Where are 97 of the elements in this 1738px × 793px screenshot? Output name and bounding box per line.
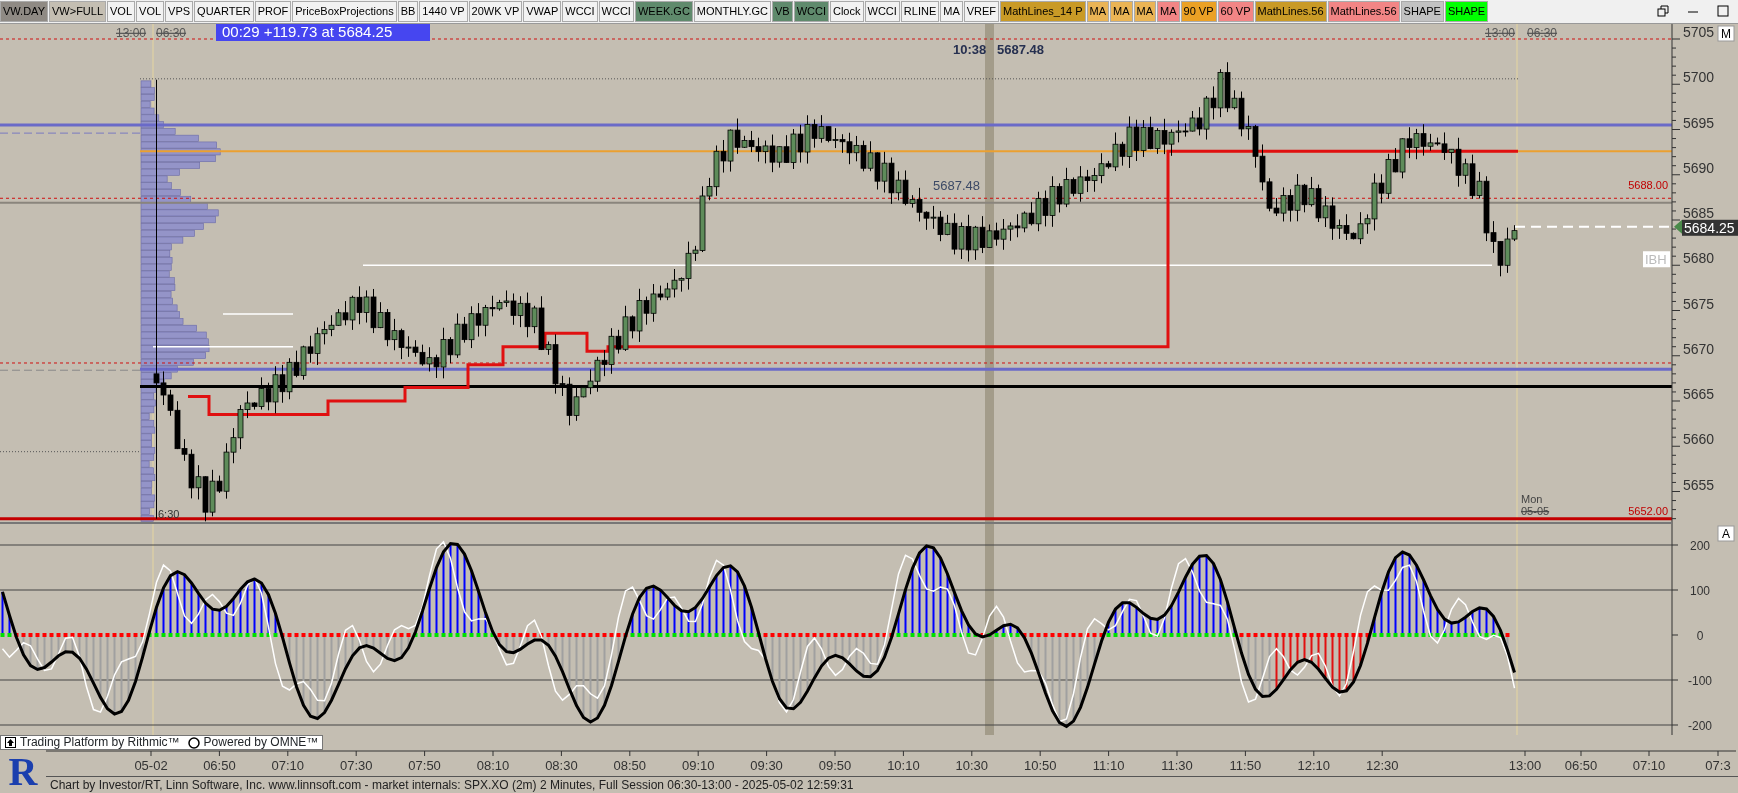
date-label: 05-05 (1521, 505, 1550, 517)
auto-scale-button[interactable]: A (1717, 525, 1735, 542)
time-axis-label: 05-02 (134, 758, 168, 773)
toolbar-button[interactable]: VWAP (523, 1, 562, 22)
restore-icon[interactable] (1656, 4, 1670, 18)
toolbar-button[interactable]: WCCI (598, 1, 634, 22)
circle-icon (187, 736, 200, 749)
session-time-label: 06:30 (156, 26, 187, 40)
time-axis-label: 07:3 (1705, 758, 1731, 773)
time-axis-label: 09:10 (681, 758, 715, 773)
level-price-label: 5688.00 (1628, 178, 1668, 191)
toolbar-button[interactable]: MA (1133, 1, 1157, 22)
time-axis-label: 07:10 (1632, 758, 1666, 773)
toolbar-button[interactable]: WEEK.GC (634, 1, 693, 22)
maximize-icon[interactable] (1716, 4, 1730, 18)
annotation-price-label: 5687.48 (997, 42, 1044, 57)
price-axis-label: 5675 (1683, 295, 1715, 312)
toolbar-button[interactable]: MA (1086, 1, 1110, 22)
time-axis-label: 08:10 (476, 758, 510, 773)
price-axis-label: 5700 (1683, 69, 1715, 86)
toolbar-button[interactable]: MA (1110, 1, 1133, 22)
toolbar-button[interactable]: 60 VP (1217, 1, 1254, 22)
time-axis-label: 11:50 (1229, 758, 1262, 773)
annotation-time-label: 10:38 (953, 42, 987, 57)
oscillator-axis-label: 0 (1696, 629, 1704, 643)
price-axis-label: 5690 (1683, 159, 1715, 176)
toolbar-button[interactable]: MA (940, 1, 963, 22)
toolbar-button[interactable]: WCCI (793, 1, 829, 22)
toolbar-button[interactable]: SHAPE (1444, 1, 1489, 22)
toolbar-button[interactable]: PriceBoxProjections (292, 1, 397, 22)
time-axis-label: 10:10 (887, 758, 920, 773)
price-axis-label: 5665 (1683, 386, 1715, 402)
price-axis-label: 5680 (1683, 250, 1715, 267)
omne-attribution-text: Powered by OMNE™ (203, 736, 319, 749)
toolbar-button[interactable]: MONTHLY.GC (693, 1, 771, 22)
toolbar-button[interactable]: VW.DAY (0, 1, 48, 22)
level-price-label: 5652.00 (1628, 504, 1668, 517)
day-label: Mon (1521, 493, 1543, 505)
toolbar-button[interactable]: 20WK VP (468, 1, 523, 22)
price-axis-label: 5670 (1683, 340, 1715, 357)
time-axis-label: 10:30 (955, 758, 989, 773)
time-axis-label: 07:10 (271, 758, 305, 773)
oscillator-axis-label: -100 (1688, 674, 1712, 688)
toolbar-button[interactable]: VREF (963, 1, 1000, 22)
time-axis-label: 12:30 (1365, 758, 1399, 773)
ibh-label: IBH (1643, 251, 1670, 268)
oscillator-axis-label: -200 (1688, 719, 1712, 733)
price-axis-label: 5705 (1683, 24, 1715, 40)
toolbar-button[interactable]: WCCI (562, 1, 598, 22)
level-line (222, 313, 294, 315)
price-axis-label: 5695 (1683, 114, 1715, 131)
session-time-label: 13:00 (116, 26, 147, 40)
toolbar-button[interactable]: MathLines_14 P (1000, 1, 1086, 22)
oscillator-axis-label: 100 (1690, 584, 1710, 598)
toolbar-button[interactable]: 1440 VP (419, 1, 468, 22)
toolbar-button[interactable]: QUARTER (194, 1, 254, 22)
price-axis-label: 5685 (1683, 205, 1715, 221)
axis-mode-button[interactable]: M (1717, 25, 1735, 42)
toolbar-button[interactable]: VW>FULL (49, 1, 107, 22)
time-axis-label: 06:50 (203, 758, 236, 773)
toolbar-button[interactable]: VB (771, 1, 793, 22)
oscillator-axis-label: 200 (1690, 539, 1710, 553)
price-change-banner: 00:29 +119.73 at 5684.25 (216, 24, 430, 41)
toolbar-button[interactable]: VOL (136, 1, 165, 22)
session-time-label: 13:00 (1485, 26, 1516, 40)
time-axis-label: 08:30 (545, 758, 578, 773)
toolbar-button[interactable]: MathLines.56 (1254, 1, 1327, 22)
price-axis-label: 5655 (1683, 476, 1715, 493)
toolbar-button[interactable]: BB (397, 1, 419, 22)
rithmic-attribution-text: Trading Platform by Rithmic™ (20, 736, 180, 749)
time-axis-label: 09:50 (818, 758, 852, 773)
toolbar-button[interactable]: SHAPE (1400, 1, 1444, 22)
open-time-label: 6:30 (158, 508, 180, 520)
time-axis-label: 06:50 (1564, 758, 1598, 773)
toolbar-button[interactable]: MathLines.56 (1327, 1, 1400, 22)
time-axis-label: 09:30 (750, 758, 783, 773)
toolbar-button[interactable]: Clock (830, 1, 864, 22)
time-axis-label: 11:10 (1092, 758, 1125, 773)
toolbar-button[interactable]: 90 VP (1180, 1, 1217, 22)
footer-text: Chart by Investor/RT, Linn Software, Inc. www.linnsoft.com - market internals: SPX.XO (2m) 2 Minutes, Full Session 06:30-13:00 - 2025-05-02 12:59:31 (46, 776, 1738, 793)
toolbar-button[interactable]: VPS (165, 1, 194, 22)
price-axis-label: 5660 (1683, 431, 1715, 448)
toolbar-button[interactable]: PROF (254, 1, 292, 22)
toolbar-button[interactable]: VOL (107, 1, 136, 22)
price-label: 5687.48 (933, 178, 980, 193)
time-axis-label: 13:00 (1508, 758, 1542, 773)
toolbar-button[interactable]: MA (1157, 1, 1180, 22)
toolbar-button[interactable]: RLINE (900, 1, 940, 22)
time-axis-label: 11:30 (1161, 758, 1193, 773)
time-axis-label: 10:50 (1023, 758, 1057, 773)
time-axis-label: 08:50 (613, 758, 647, 773)
session-time-label: 06:30 (1527, 26, 1558, 40)
time-axis-label: 07:30 (339, 758, 373, 773)
logo: R (7, 750, 39, 793)
time-axis-label: 12:10 (1297, 758, 1331, 773)
toolbar-button[interactable]: WCCI (864, 1, 900, 22)
time-axis-label: 07:50 (408, 758, 441, 773)
